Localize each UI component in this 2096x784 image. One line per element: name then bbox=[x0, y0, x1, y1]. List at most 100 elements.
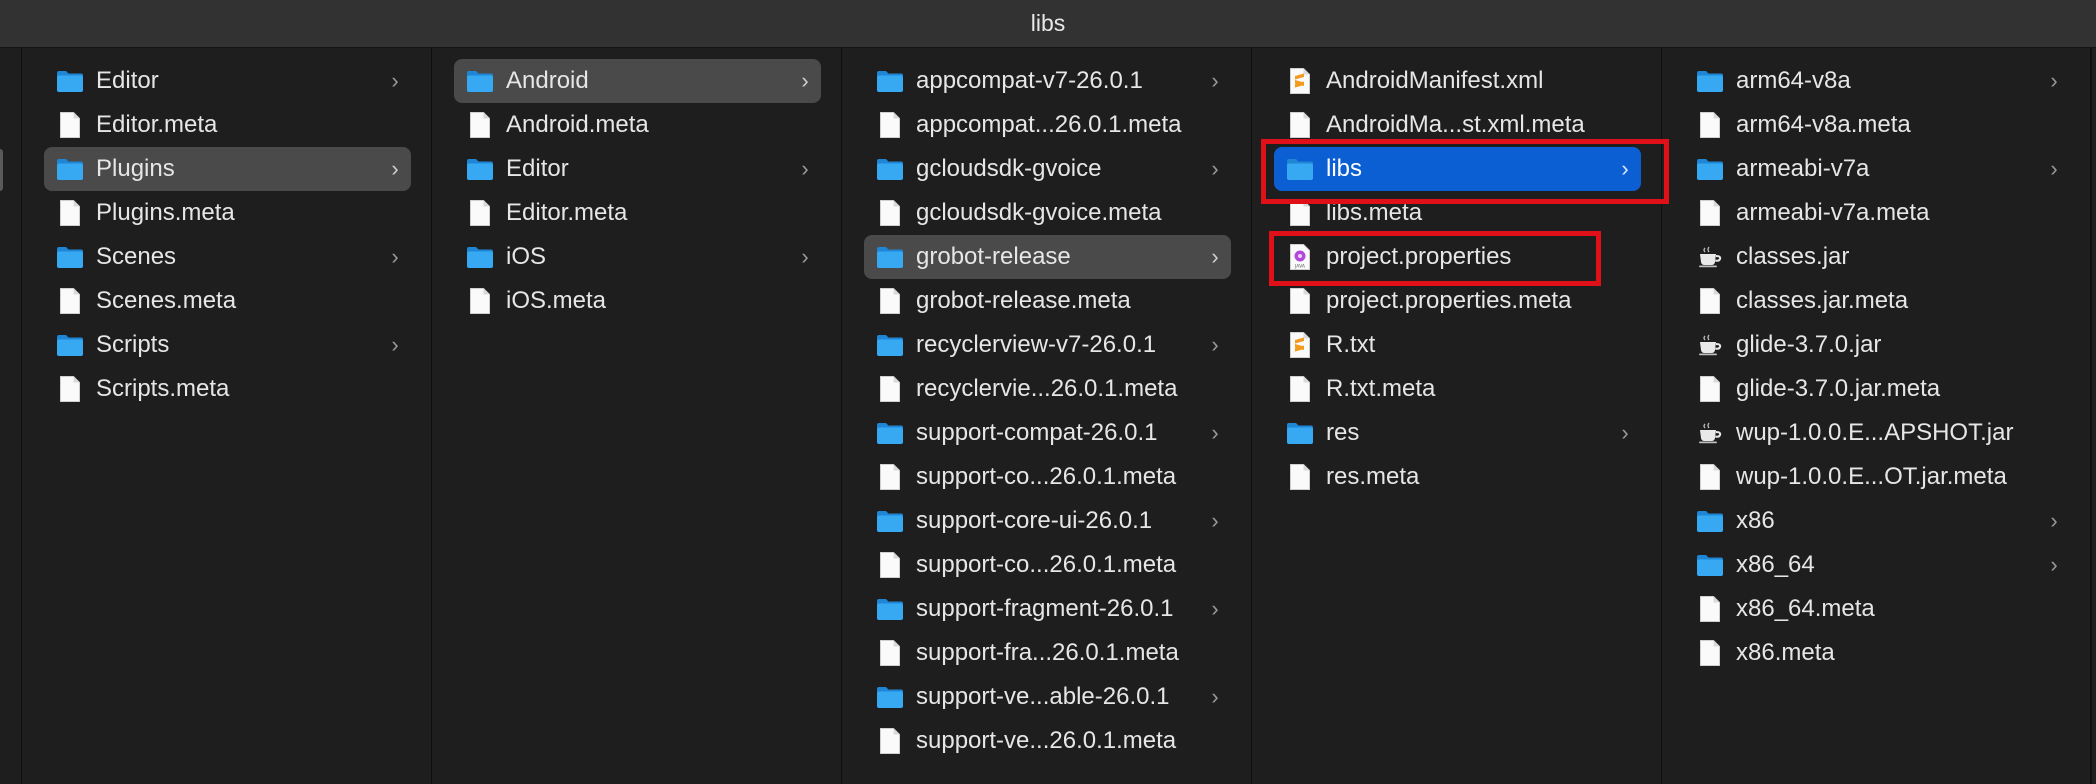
item-label: support-co...26.0.1.meta bbox=[916, 551, 1177, 578]
file-row[interactable]: glide-3.7.0.jar bbox=[1684, 323, 2070, 367]
folder-icon bbox=[1286, 418, 1314, 448]
item-label: Plugins bbox=[96, 155, 175, 182]
file-row[interactable]: support-ve...26.0.1.meta bbox=[864, 719, 1231, 763]
file-row[interactable]: project.properties.meta bbox=[1274, 279, 1641, 323]
folder-row[interactable]: x86 › bbox=[1684, 499, 2070, 543]
item-label: x86.meta bbox=[1736, 639, 1835, 666]
item-label: appcompat...26.0.1.meta bbox=[916, 111, 1182, 138]
browser-column-4[interactable]: AndroidManifest.xml AndroidMa...st.xml.me… bbox=[1252, 48, 1662, 784]
file-row[interactable]: x86.meta bbox=[1684, 631, 2070, 675]
java-jar-icon bbox=[1696, 242, 1724, 272]
folder-row[interactable]: support-fragment-26.0.1 › bbox=[864, 587, 1231, 631]
file-row[interactable]: x86_64.meta bbox=[1684, 587, 2070, 631]
file-row[interactable]: Scenes.meta bbox=[44, 279, 411, 323]
sublime-text-icon bbox=[1286, 66, 1314, 96]
file-row[interactable]: grobot-release.meta bbox=[864, 279, 1231, 323]
folder-row[interactable]: support-compat-26.0.1 › bbox=[864, 411, 1231, 455]
chevron-right-icon: › bbox=[1211, 244, 1219, 269]
document-icon bbox=[1286, 286, 1314, 316]
folder-row[interactable]: gcloudsdk-gvoice › bbox=[864, 147, 1231, 191]
browser-column-5[interactable]: arm64-v8a › arm64-v8a.meta armeabi-v7a › arme… bbox=[1662, 48, 2092, 784]
file-row[interactable]: AndroidManifest.xml bbox=[1274, 59, 1641, 103]
folder-row[interactable]: x86_64 › bbox=[1684, 543, 2070, 587]
file-row[interactable]: wup-1.0.0.E...OT.jar.meta bbox=[1684, 455, 2070, 499]
browser-column-1[interactable]: Editor › Editor.meta Plugins › Plugins.meta Sc… bbox=[22, 48, 432, 784]
file-row[interactable]: support-fra...26.0.1.meta bbox=[864, 631, 1231, 675]
file-row[interactable]: gcloudsdk-gvoice.meta bbox=[864, 191, 1231, 235]
folder-row[interactable]: Scenes › bbox=[44, 235, 411, 279]
folder-icon bbox=[876, 154, 904, 184]
folder-row[interactable]: libs › bbox=[1274, 147, 1641, 191]
file-row[interactable]: Editor.meta bbox=[44, 103, 411, 147]
sublime-text-icon bbox=[1286, 330, 1314, 360]
item-label: wup-1.0.0.E...OT.jar.meta bbox=[1736, 463, 2007, 490]
folder-row[interactable]: iOS › bbox=[454, 235, 821, 279]
browser-column-3[interactable]: appcompat-v7-26.0.1 › appcompat...26.0.1.m… bbox=[842, 48, 1252, 784]
file-row[interactable]: classes.jar bbox=[1684, 235, 2070, 279]
file-row[interactable]: armeabi-v7a.meta bbox=[1684, 191, 2070, 235]
document-icon bbox=[1286, 374, 1314, 404]
item-label: Android bbox=[506, 67, 589, 94]
folder-row[interactable]: grobot-release › bbox=[864, 235, 1231, 279]
item-label: support-compat-26.0.1 bbox=[916, 419, 1158, 446]
chevron-right-icon: › bbox=[391, 68, 399, 93]
file-row[interactable]: Android.meta bbox=[454, 103, 821, 147]
item-label: recyclervie...26.0.1.meta bbox=[916, 375, 1178, 402]
folder-row[interactable]: armeabi-v7a › bbox=[1684, 147, 2070, 191]
item-label: Editor bbox=[506, 155, 569, 182]
folder-row[interactable]: Editor › bbox=[44, 59, 411, 103]
folder-row[interactable]: res › bbox=[1274, 411, 1641, 455]
folder-row[interactable]: recyclerview-v7-26.0.1 › bbox=[864, 323, 1231, 367]
file-row[interactable]: iOS.meta bbox=[454, 279, 821, 323]
item-label: support-core-ui-26.0.1 bbox=[916, 507, 1153, 534]
svg-text:JAVA: JAVA bbox=[1294, 264, 1306, 270]
folder-row[interactable]: Android › bbox=[454, 59, 821, 103]
item-label: gcloudsdk-gvoice bbox=[916, 155, 1102, 182]
item-label: Scenes bbox=[96, 243, 177, 270]
folder-icon bbox=[876, 682, 904, 712]
file-row[interactable]: arm64-v8a.meta bbox=[1684, 103, 2070, 147]
file-row[interactable]: Scripts.meta bbox=[44, 367, 411, 411]
item-label: Plugins.meta bbox=[96, 199, 235, 226]
folder-row[interactable]: support-ve...able-26.0.1 › bbox=[864, 675, 1231, 719]
item-label: x86_64.meta bbox=[1736, 595, 1875, 622]
previous-column-edge[interactable] bbox=[0, 48, 22, 784]
file-row[interactable]: Plugins.meta bbox=[44, 191, 411, 235]
item-label: iOS bbox=[506, 243, 547, 270]
file-row[interactable]: JAVA project.properties bbox=[1274, 235, 1641, 279]
file-row[interactable]: res.meta bbox=[1274, 455, 1641, 499]
document-icon bbox=[466, 198, 494, 228]
chevron-right-icon: › bbox=[2050, 68, 2058, 93]
item-label: iOS.meta bbox=[506, 287, 607, 314]
item-label: support-co...26.0.1.meta bbox=[916, 463, 1177, 490]
document-icon bbox=[56, 286, 84, 316]
file-row[interactable]: AndroidMa...st.xml.meta bbox=[1274, 103, 1641, 147]
file-row[interactable]: recyclervie...26.0.1.meta bbox=[864, 367, 1231, 411]
file-row[interactable]: R.txt.meta bbox=[1274, 367, 1641, 411]
file-row[interactable]: support-co...26.0.1.meta bbox=[864, 455, 1231, 499]
file-row[interactable]: support-co...26.0.1.meta bbox=[864, 543, 1231, 587]
folder-row[interactable]: arm64-v8a › bbox=[1684, 59, 2070, 103]
file-row[interactable]: wup-1.0.0.E...APSHOT.jar bbox=[1684, 411, 2070, 455]
chevron-right-icon: › bbox=[1621, 420, 1629, 445]
item-label: project.properties.meta bbox=[1326, 287, 1572, 314]
folder-row[interactable]: Scripts › bbox=[44, 323, 411, 367]
file-row[interactable]: appcompat...26.0.1.meta bbox=[864, 103, 1231, 147]
folder-row[interactable]: appcompat-v7-26.0.1 › bbox=[864, 59, 1231, 103]
file-row[interactable]: glide-3.7.0.jar.meta bbox=[1684, 367, 2070, 411]
chevron-right-icon: › bbox=[2050, 156, 2058, 181]
folder-icon bbox=[466, 242, 494, 272]
folder-row[interactable]: Editor › bbox=[454, 147, 821, 191]
java-properties-icon: JAVA bbox=[1286, 242, 1314, 272]
file-row[interactable]: classes.jar.meta bbox=[1684, 279, 2070, 323]
browser-column-2[interactable]: Android › Android.meta Editor › Editor.meta iO… bbox=[432, 48, 842, 784]
item-label: support-ve...able-26.0.1 bbox=[916, 683, 1170, 710]
folder-row[interactable]: Plugins › bbox=[44, 147, 411, 191]
document-icon bbox=[876, 286, 904, 316]
file-row[interactable]: Editor.meta bbox=[454, 191, 821, 235]
folder-icon bbox=[56, 242, 84, 272]
file-row[interactable]: libs.meta bbox=[1274, 191, 1641, 235]
item-label: grobot-release bbox=[916, 243, 1071, 270]
folder-row[interactable]: support-core-ui-26.0.1 › bbox=[864, 499, 1231, 543]
file-row[interactable]: R.txt bbox=[1274, 323, 1641, 367]
